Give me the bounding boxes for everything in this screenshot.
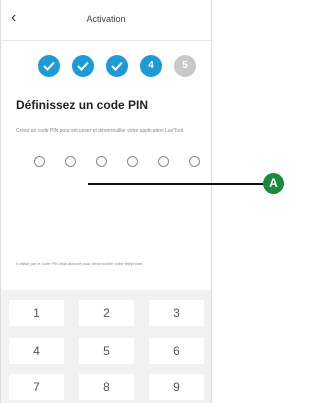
step-3-check-icon bbox=[106, 55, 128, 77]
key-6[interactable]: 6 bbox=[149, 338, 204, 364]
pin-digit-5 bbox=[158, 156, 169, 167]
pin-info-text: Il utilisé par le code PIN déjà associé … bbox=[16, 261, 144, 266]
step-2-check-icon bbox=[72, 55, 94, 77]
key-9[interactable]: 9 bbox=[149, 374, 204, 400]
key-7[interactable]: 7 bbox=[9, 374, 64, 400]
page-title: Activation bbox=[86, 14, 126, 24]
numeric-keypad: 1 2 3 4 5 6 7 8 9 bbox=[1, 290, 211, 403]
key-1[interactable]: 1 bbox=[9, 300, 64, 326]
callout-line bbox=[88, 183, 264, 185]
phone-screen: ‹ Activation 4 5 Définissez un code PIN … bbox=[0, 0, 212, 403]
key-8[interactable]: 8 bbox=[79, 374, 134, 400]
pin-heading: Définissez un code PIN bbox=[16, 98, 149, 112]
step-5: 5 bbox=[174, 55, 196, 77]
pin-description: Créez un code PIN pour sécuriser et déve… bbox=[16, 128, 185, 134]
step-4: 4 bbox=[140, 55, 162, 77]
pin-input[interactable] bbox=[34, 156, 204, 168]
key-3[interactable]: 3 bbox=[149, 300, 204, 326]
pin-digit-3 bbox=[96, 156, 107, 167]
pin-digit-2 bbox=[65, 156, 76, 167]
pin-digit-6 bbox=[189, 156, 200, 167]
pin-digit-4 bbox=[127, 156, 138, 167]
pin-digit-1 bbox=[34, 156, 45, 167]
step-1-check-icon bbox=[38, 55, 60, 77]
header-bar: ‹ Activation bbox=[1, 0, 211, 41]
key-4[interactable]: 4 bbox=[9, 338, 64, 364]
key-2[interactable]: 2 bbox=[79, 300, 134, 326]
key-5[interactable]: 5 bbox=[79, 338, 134, 364]
step-progress: 4 5 bbox=[38, 55, 198, 77]
callout-badge: A bbox=[263, 173, 284, 194]
